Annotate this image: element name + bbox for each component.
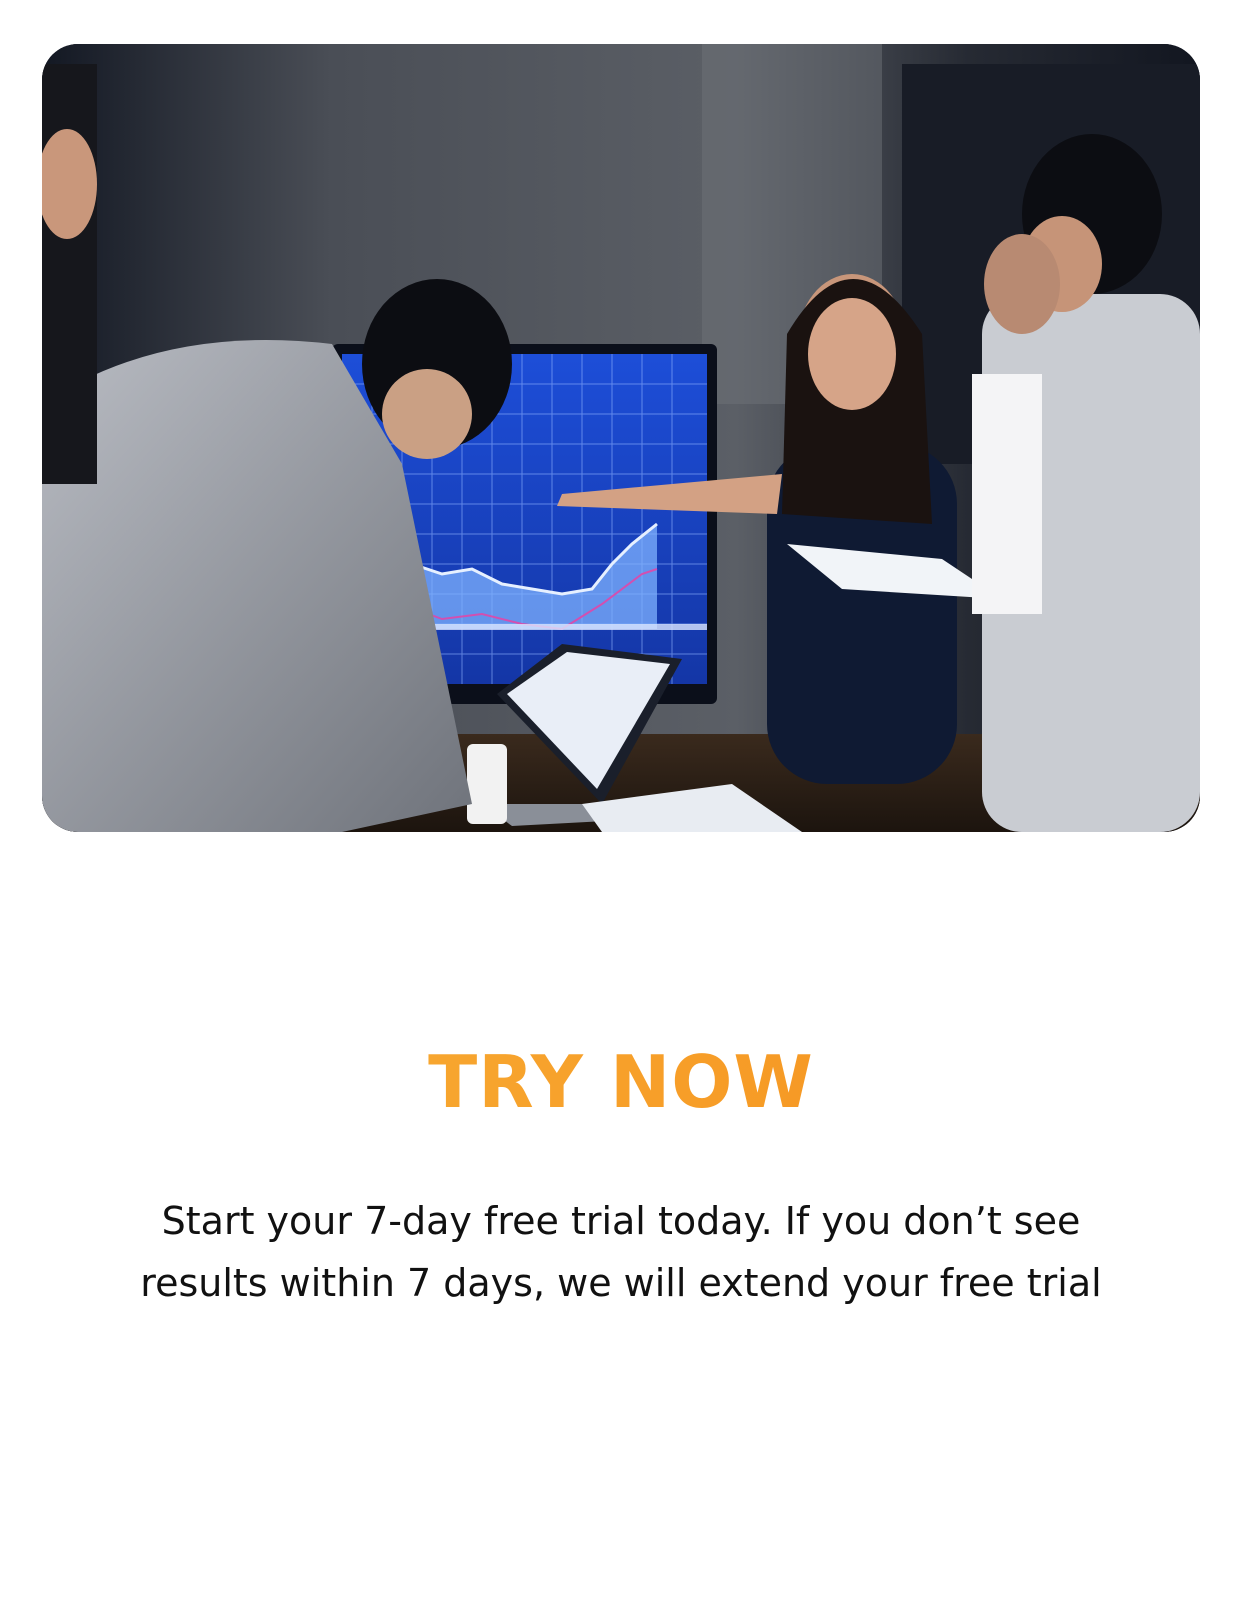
- trial-description-line-1: Start your 7-day free trial today. If yo…: [161, 1199, 1081, 1243]
- try-now-button[interactable]: TRY NOW: [0, 1042, 1242, 1122]
- trial-description: Start your 7-day free trial today. If yo…: [100, 1190, 1142, 1314]
- hero-image: [42, 44, 1200, 832]
- trial-description-line-2: results within 7 days, we will extend yo…: [140, 1261, 1102, 1305]
- business-meeting-photo-icon: [42, 44, 1200, 832]
